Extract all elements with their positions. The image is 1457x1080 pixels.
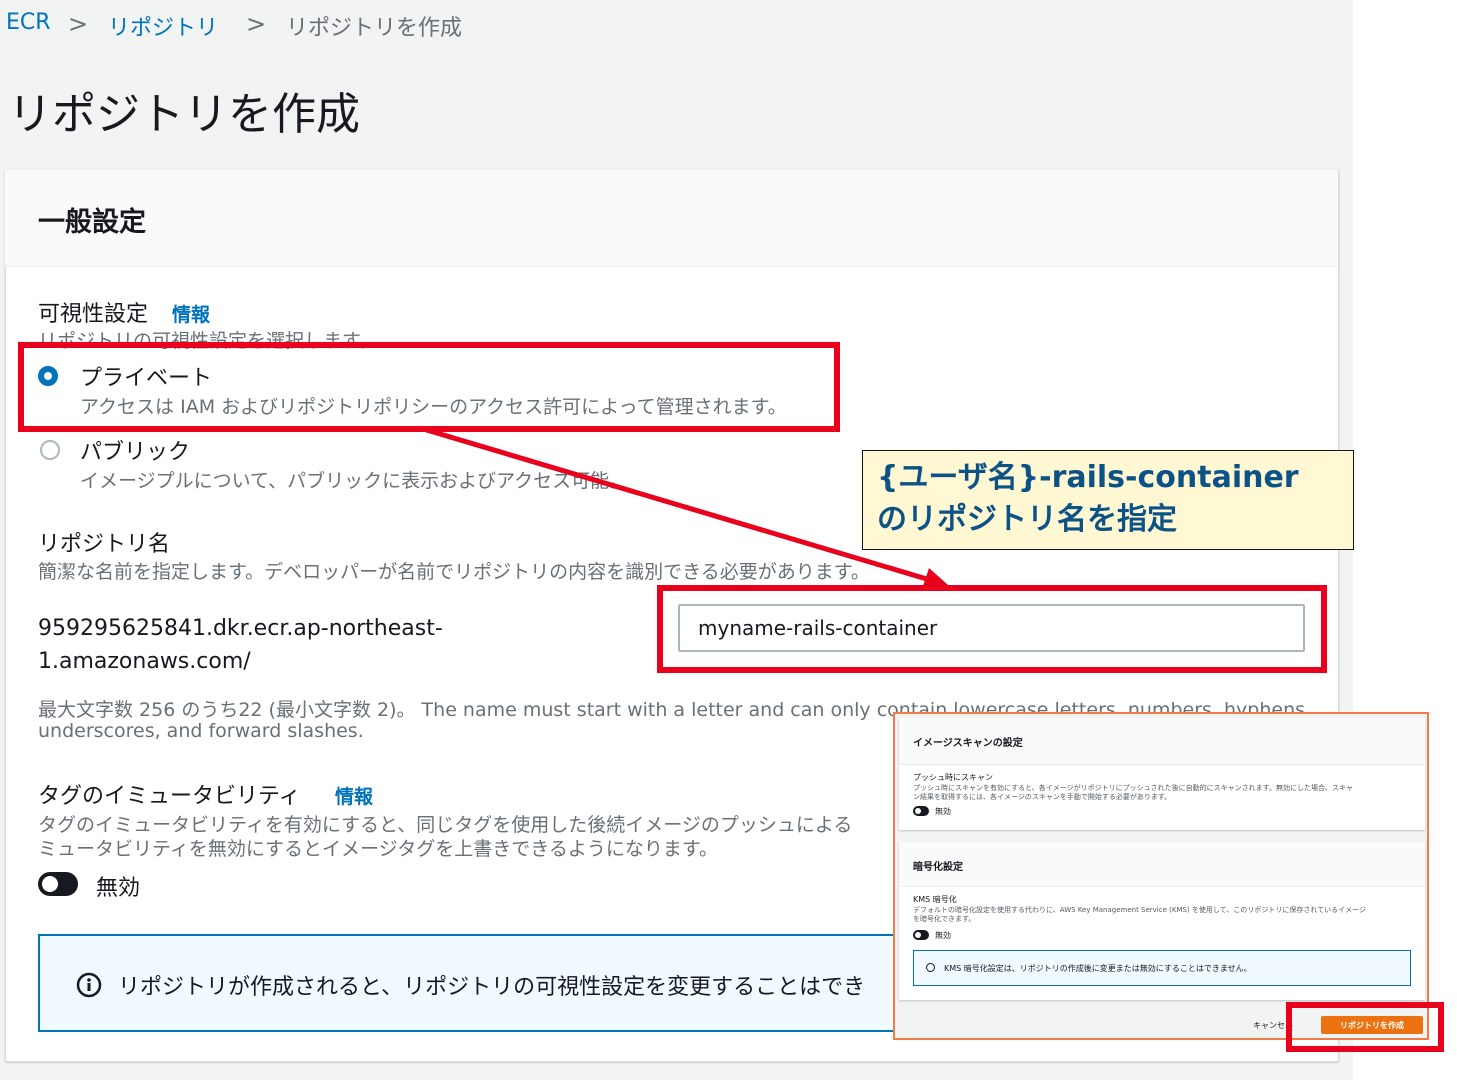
kms-desc-line2: を暗号化できます。 (913, 915, 976, 923)
info-icon (926, 963, 935, 972)
encryption-card-header (899, 842, 1425, 887)
encryption-settings-card: 暗号化設定 KMS 暗号化 デフォルトの暗号化設定を使用する代わりに、AWS K… (899, 842, 1425, 1000)
kms-alert: KMS 暗号化設定は、リポジトリの作成後に変更または無効にすることはできません。 (913, 950, 1411, 986)
kms-toggle[interactable] (913, 930, 929, 940)
scan-toggle[interactable] (913, 806, 929, 816)
scan-desc-line1: プッシュ時にスキャンを有効にすると、各イメージがリポジトリにプッシュされた後に自… (913, 784, 1353, 792)
kms-desc-line1: デフォルトの暗号化設定を使用する代わりに、AWS Key Management … (913, 906, 1366, 914)
highlight-create-button-box (1286, 1002, 1444, 1052)
encryption-settings-title: 暗号化設定 (913, 862, 963, 873)
kms-alert-text: KMS 暗号化設定は、リポジトリの作成後に変更または無効にすることはできません。 (944, 964, 1252, 973)
scan-settings-card: イメージスキャンの設定 プッシュ時にスキャン プッシュ時にスキャンを有効にすると… (899, 718, 1425, 830)
inset-screenshot: イメージスキャンの設定 プッシュ時にスキャン プッシュ時にスキャンを有効にすると… (893, 712, 1429, 1040)
kms-toggle-label: 無効 (935, 931, 951, 940)
annotation-callout: {ユーザ名}-rails-container のリポジトリ名を指定 (862, 450, 1354, 550)
scan-on-push-label: プッシュ時にスキャン (913, 773, 993, 782)
scan-settings-title: イメージスキャンの設定 (913, 738, 1023, 749)
scan-desc-line2: ン結果を取得するには、各イメージのスキャンを手動で開始する必要があります。 (913, 793, 1172, 801)
kms-encryption-label: KMS 暗号化 (913, 895, 957, 904)
scan-toggle-label: 無効 (935, 807, 951, 816)
callout-line2: のリポジトリ名を指定 (877, 502, 1177, 537)
callout-line1: {ユーザ名}-rails-container (877, 460, 1299, 495)
